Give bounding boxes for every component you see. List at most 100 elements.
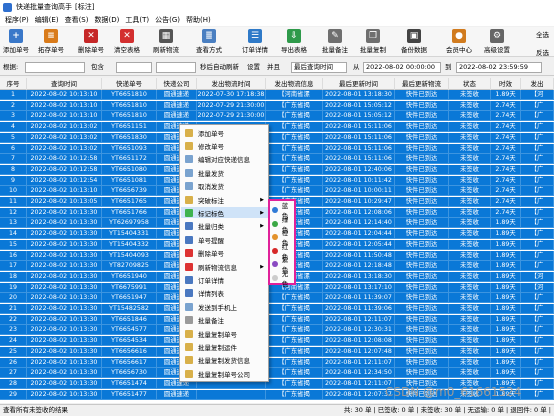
refresh-seconds-input[interactable] (156, 62, 196, 73)
table-cell: 2022-08-02 10:13:10 (27, 100, 102, 111)
toolbar-button-9[interactable]: ❐ 批量复制 (360, 29, 386, 56)
context-menu-item[interactable]: 发送到手机上 (181, 301, 268, 312)
menu-4[interactable]: 工具(T) (122, 15, 152, 25)
table-row[interactable]: 7 2022-08-02 10:12:58 YT6651172 圆通速递 【广东省揭 20… (0, 154, 554, 165)
to-date-input[interactable]: 2022-08-02 23:59:59 (456, 62, 542, 73)
column-header-8[interactable]: 状态 (449, 78, 491, 90)
menu-5[interactable]: 公告(G) (152, 15, 183, 25)
context-menu-item[interactable]: 单号提醒 (181, 234, 268, 245)
toolbar-button-3[interactable]: ✕ 清空表格 (114, 29, 140, 56)
table-cell: 快件已到达 (395, 346, 449, 357)
context-menu-item[interactable]: 刷新物流信息 ▶ (181, 261, 268, 272)
table-cell: 2.74天 (491, 143, 521, 154)
table-row[interactable]: 2 2022-08-02 10:13:10 YT6651810 圆通速递 2022-07… (0, 100, 554, 111)
context-menu-item[interactable]: 订单详情 (181, 274, 268, 285)
context-menu-item[interactable]: 批量归类 ▶ (181, 221, 268, 232)
time-field-select[interactable]: 最后查询时间 (291, 62, 347, 73)
table-cell: 未签收 (449, 100, 491, 111)
column-header-0[interactable]: 序号 (0, 78, 27, 90)
toolbar-button-12[interactable]: ⚙ 高级设置 (484, 29, 510, 56)
menu-0[interactable]: 程序(P) (2, 15, 32, 25)
table-cell: 2022-08-01 12:08:08 (323, 336, 395, 347)
table-cell: YT82709825 (102, 261, 157, 272)
table-cell: 2022-08-02 10:13:30 (27, 271, 102, 282)
table-row[interactable]: 26 2022-08-02 10:13:30 YT6656617 圆通速递 【广东省揭 2… (0, 357, 554, 368)
menu-6[interactable]: 帮助(H) (183, 15, 214, 25)
table-row[interactable]: 23 2022-08-02 10:13:30 YT6654577 圆通速递 【广东省揭 2… (0, 325, 554, 336)
toolbar-button-11[interactable]: ● 会员中心 (446, 29, 472, 56)
settings-button[interactable]: 设置 (247, 62, 260, 73)
menu-3[interactable]: 数据(D) (91, 15, 122, 25)
filter-field-select[interactable] (25, 62, 85, 73)
table-row[interactable]: 6 2022-08-02 10:13:02 YT6651093 圆通速递 【广东省揭 20… (0, 143, 554, 154)
table-row[interactable]: 25 2022-08-02 10:13:30 YT6656616 圆通速递 【广东省揭 2… (0, 346, 554, 357)
column-header-7[interactable]: 最后更新物流 (395, 78, 449, 90)
table-cell: 22 (0, 314, 27, 325)
table-row[interactable]: 8 2022-08-02 10:12:58 YT6651080 圆通速递 【广东省揭 20… (0, 164, 554, 175)
table-row[interactable]: 27 2022-08-02 10:13:30 YT6656730 圆通速递 【广东省揭 2… (0, 368, 554, 379)
toolbar-button-8[interactable]: ✎ 批量备注 (322, 29, 348, 56)
context-menu-item[interactable]: 标记标色 ▶ (181, 207, 268, 219)
toolbar-button-2[interactable]: ✕ 删除单号 (78, 29, 104, 56)
select-all-button[interactable]: 全选 (536, 29, 549, 39)
table-cell: 【广东省揭 (266, 346, 323, 357)
context-menu-item[interactable]: 添加单号 (181, 127, 268, 138)
table-cell: 2022-08-02 10:13:30 (27, 378, 102, 389)
context-menu-item[interactable]: 批量复制单号公司 (181, 368, 268, 379)
toolbar-icon-8: ✎ (328, 29, 342, 43)
table-row[interactable]: 5 2022-08-02 10:13:02 YT6651830 圆通速递 【广东省揭 20… (0, 132, 554, 143)
column-header-1[interactable]: 查询时间 (27, 78, 102, 90)
column-header-6[interactable]: 最后更新时间 (323, 78, 395, 90)
context-menu-item[interactable]: 删除单号 (181, 248, 268, 259)
table-row[interactable]: 4 2022-08-02 10:13:02 YT6651151 圆通速递 【广东省揭 20… (0, 122, 554, 133)
context-menu-item[interactable]: 批量复制发货信息 (181, 355, 268, 366)
table-row[interactable]: 1 2022-08-02 10:13:10 YT6651810 圆通速递 2022-07… (0, 90, 554, 100)
table-cell: 2022-08-02 10:13:30 (27, 239, 102, 250)
menu-2[interactable]: 查看(S) (62, 15, 92, 25)
auto-refresh-button[interactable]: 秒后自动刷新 (200, 62, 239, 73)
from-date-input[interactable]: 2022-08-02 00:00:00 (363, 62, 441, 73)
context-menu-item[interactable]: 突破标注 ▶ (181, 194, 268, 205)
color-option[interactable]: 无色 (272, 270, 294, 288)
context-menu-item[interactable]: 批量复制单号 (181, 328, 268, 339)
column-header-3[interactable]: 快递公司 (157, 78, 197, 90)
table-row[interactable]: 9 2022-08-02 10:12:54 YT6651081 圆通速递 【广东省揭 20… (0, 175, 554, 186)
table-row[interactable]: 22 2022-08-02 10:13:30 YT6651846 圆通速递 【广东省揭 2… (0, 314, 554, 325)
toolbar-button-0[interactable]: + 添加单号 (3, 29, 29, 56)
table-cell: 快件已到达 (395, 100, 449, 111)
context-menu-item[interactable]: 编辑对应快递信息 (181, 154, 268, 165)
column-header-9[interactable]: 时效 (491, 78, 521, 90)
table-cell: 2022-08-01 12:30:31 (323, 325, 395, 336)
table-row[interactable]: 3 2022-08-02 10:13:10 YT6651810 圆通速递 2022-07… (0, 111, 554, 122)
menu-1[interactable]: 编辑(E) (32, 15, 62, 25)
column-header-10[interactable]: 发出 (521, 78, 554, 90)
table-cell: 2022-08-02 10:13:10 (27, 111, 102, 122)
table-cell: 【广 (521, 122, 554, 133)
context-menu-item[interactable]: 批量备注 (181, 315, 268, 326)
toolbar-button-10[interactable]: ▣ 备份数据 (401, 29, 427, 56)
column-header-5[interactable]: 发出物流信息 (266, 78, 323, 90)
table-cell: 【广 (521, 389, 554, 400)
table-row[interactable]: 21 2022-08-02 10:13:30 YT15482582 圆通速递 【广东省揭… (0, 304, 554, 314)
table-row[interactable]: 10 2022-08-02 10:13:10 YT6656739 圆通速递 【广东省揭 2… (0, 186, 554, 197)
toolbar-button-5[interactable]: ≣ 查看方式 (196, 29, 222, 56)
context-menu-item[interactable]: 取消发货 (181, 181, 268, 192)
filter-text-input[interactable] (116, 62, 152, 73)
toolbar-button-7[interactable]: ⇩ 导出表格 (281, 29, 307, 56)
toolbar-button-1[interactable]: ≡ 拓存单号 (38, 29, 64, 56)
column-header-2[interactable]: 快递单号 (102, 78, 157, 90)
invert-select-button[interactable]: 反选 (536, 47, 549, 57)
context-menu-item[interactable]: 修改单号 (181, 140, 268, 151)
table-row[interactable]: 24 2022-08-02 10:13:30 YT6654534 圆通速递 【广东省揭 2… (0, 336, 554, 347)
toolbar-button-6[interactable]: ☰ 订单详情 (242, 29, 268, 56)
context-menu-item[interactable]: 详情列表 (181, 288, 268, 299)
column-header-4[interactable]: 发出物流时间 (197, 78, 266, 90)
toolbar-button-4[interactable]: ▦ 刷新物流 (153, 29, 179, 56)
table-cell: 2.74天 (491, 132, 521, 143)
color-dot-icon (272, 207, 278, 213)
table-cell: 圆通速递 (157, 389, 197, 400)
context-menu-item[interactable]: 批量复制运件 (181, 341, 268, 352)
context-menu-item[interactable]: 批量发货 (181, 167, 268, 178)
table-row[interactable]: 20 2022-08-02 10:13:30 YT6651947 圆通速递 【广东省揭 2… (0, 293, 554, 304)
contains-label: 包含 (91, 63, 104, 71)
